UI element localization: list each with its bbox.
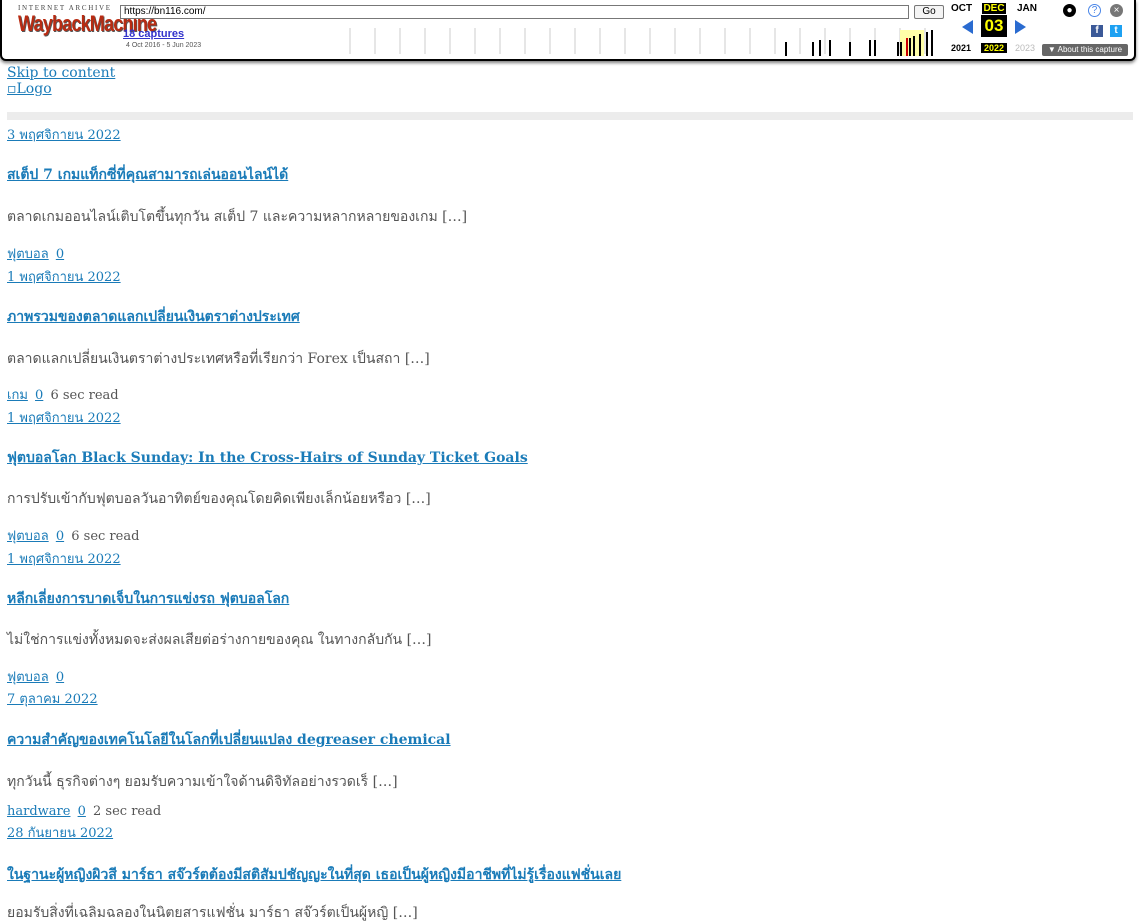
post-category[interactable]: ฟุตบอล (7, 529, 49, 544)
about-capture-button[interactable]: ▼ About this capture (1042, 44, 1128, 56)
next-month[interactable]: JAN (1017, 3, 1037, 14)
wayback-machine-logo: WaybackMachine (18, 11, 157, 36)
next-capture-icon[interactable] (1015, 20, 1026, 34)
post-comments[interactable]: 0 (78, 804, 86, 819)
post-category[interactable]: ฟุตบอล (7, 247, 49, 262)
site-logo[interactable]: ▫Logo (7, 81, 52, 97)
read-time: 6 sec read (71, 529, 140, 544)
post-title[interactable]: สเต็ป 7 เกมแท็กซี่ที่คุณสามารถเล่นออนไลน… (7, 164, 288, 186)
post-item: 3 พฤศจิกายน 2022 สเต็ป 7 เกมแท็กซี่ที่คุ… (7, 124, 1127, 262)
post-category[interactable]: ฟุตบอล (7, 670, 49, 685)
post-title[interactable]: ความสำคัญของเทคโนโลยีในโลกที่เปลี่ยนแปลง… (7, 729, 451, 751)
post-comments[interactable]: 0 (56, 247, 64, 262)
read-time: 2 sec read (93, 804, 162, 819)
prev-capture-icon[interactable] (962, 20, 973, 34)
prev-year[interactable]: 2021 (951, 43, 971, 53)
post-item: 1 พฤศจิกายน 2022 ฟุตบอลโลก Black Sunday:… (7, 407, 1127, 544)
post-item: 28 กันยายน 2022 ในฐานะผู้หญิงผิวสี มาร์ธ… (7, 822, 1127, 921)
post-item: 1 พฤศจิกายน 2022 หลีกเลี่ยงการบาดเจ็บในก… (7, 548, 1127, 685)
post-comments[interactable]: 0 (56, 670, 64, 685)
broken-image-icon: ▫ (7, 81, 17, 97)
header-bar (7, 112, 1133, 120)
prev-month[interactable]: OCT (951, 3, 972, 14)
read-time: 6 sec read (50, 388, 119, 403)
url-input[interactable]: https://bn116.com/ (120, 5, 909, 19)
current-day: 03 (981, 15, 1007, 37)
skip-to-content-link[interactable]: Skip to content (7, 65, 115, 81)
post-date[interactable]: 3 พฤศจิกายน 2022 (7, 124, 1127, 145)
current-year: 2022 (981, 43, 1007, 53)
current-month: DEC (982, 3, 1006, 14)
post-excerpt: ตลาดแลกเปลี่ยนเงินตราต่างประเทศหรือที่เร… (7, 351, 430, 367)
help-icon[interactable]: ? (1088, 4, 1101, 17)
post-title[interactable]: ภาพรวมของตลาดแลกเปลี่ยนเงินตราต่างประเทศ (7, 306, 300, 328)
post-excerpt: ยอมรับสิ่งที่เฉลิมฉลองในนิตยสารแฟชั่น มา… (7, 905, 418, 921)
post-item: 7 ตุลาคม 2022 ความสำคัญของเทคโนโลยีในโลก… (7, 688, 1127, 819)
post-meta: ฟุตบอล 0 (7, 243, 67, 264)
post-excerpt: ตลาดเกมออนไลน์เติบโตขึ้นทุกวัน สเต็ป 7 แ… (7, 209, 468, 225)
post-comments[interactable]: 0 (35, 388, 43, 403)
post-excerpt: การปรับเข้ากับฟุตบอลวันอาทิตย์ของคุณโดยค… (7, 491, 431, 507)
user-icon[interactable]: ● (1063, 4, 1076, 17)
post-title[interactable]: ฟุตบอลโลก Black Sunday: In the Cross-Hai… (7, 447, 528, 469)
post-date[interactable]: 7 ตุลาคม 2022 (7, 688, 1127, 709)
post-item: 1 พฤศจิกายน 2022 ภาพรวมของตลาดแลกเปลี่ยน… (7, 266, 1127, 403)
facebook-icon[interactable]: f (1091, 25, 1103, 37)
go-button[interactable]: Go (914, 5, 944, 19)
post-comments[interactable]: 0 (56, 529, 64, 544)
close-icon[interactable]: × (1110, 4, 1123, 17)
post-title[interactable]: ในฐานะผู้หญิงผิวสี มาร์ธา สจ๊วร์ตต้องมีส… (7, 864, 621, 886)
post-excerpt: ไม่ใช่การแข่งทั้งหมดจะส่งผลเสียต่อร่างกา… (7, 632, 432, 648)
post-category[interactable]: hardware (7, 804, 70, 819)
post-category[interactable]: เกม (7, 388, 28, 403)
post-meta: hardware 0 2 sec read (7, 804, 161, 819)
post-date[interactable]: 28 กันยายน 2022 (7, 822, 1127, 843)
post-date[interactable]: 1 พฤศจิกายน 2022 (7, 548, 1127, 569)
post-title[interactable]: หลีกเลี่ยงการบาดเจ็บในการแข่งรถ ฟุตบอลโล… (7, 588, 289, 610)
next-year: 2023 (1015, 43, 1036, 53)
post-date[interactable]: 1 พฤศจิกายน 2022 (7, 407, 1127, 428)
wayback-logo[interactable]: INTERNET ARCHIVE WaybackMachine (18, 4, 157, 36)
post-meta: ฟุตบอล 0 6 sec read (7, 525, 139, 546)
post-meta: ฟุตบอล 0 (7, 666, 67, 687)
post-meta: เกม 0 6 sec read (7, 384, 119, 405)
post-excerpt: ทุกวันนี้ ธุรกิจต่างๆ ยอมรับความเข้าใจด้… (7, 774, 398, 790)
capture-sparkline[interactable] (320, 24, 940, 56)
captures-link[interactable]: 18 captures (123, 28, 184, 40)
capture-range: 4 Oct 2016 - 5 Jun 2023 (126, 42, 202, 49)
twitter-icon[interactable]: t (1110, 25, 1122, 37)
logo-alt-text: Logo (16, 81, 52, 97)
wayback-toolbar: INTERNET ARCHIVE WaybackMachine https://… (0, 0, 1136, 61)
post-date[interactable]: 1 พฤศจิกายน 2022 (7, 266, 1127, 287)
